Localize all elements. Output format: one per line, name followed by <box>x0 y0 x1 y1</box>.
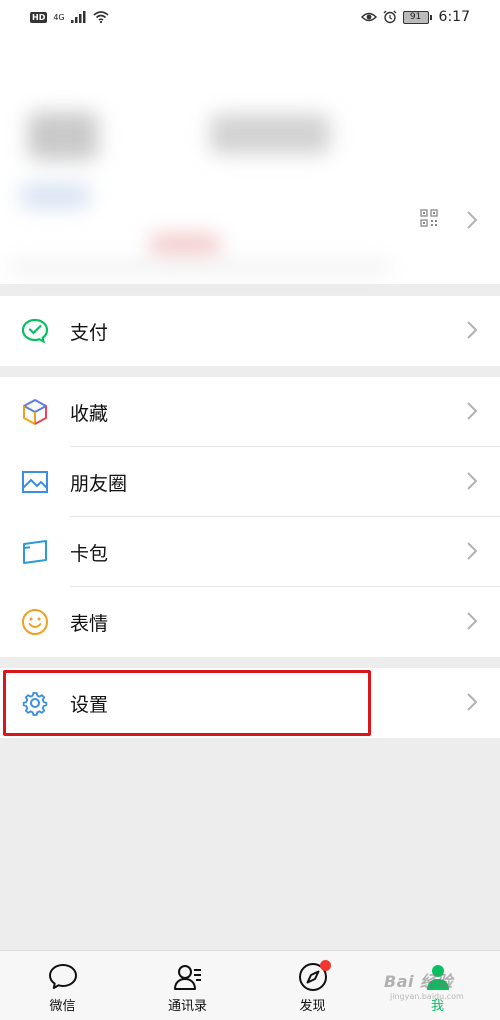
signal-icon <box>70 11 86 23</box>
watermark-text: Bai 经验 <box>384 972 454 991</box>
settings-section: 设置 <box>0 668 500 738</box>
chevron-right-icon <box>467 472 478 490</box>
chevron-right-icon <box>467 321 478 339</box>
blurred-status <box>150 234 220 256</box>
card-wallet-icon <box>23 540 47 564</box>
tab-label-contacts: 通讯录 <box>167 999 207 1014</box>
menu-item-favorites[interactable]: 收藏 <box>0 377 500 447</box>
notification-dot <box>320 960 331 971</box>
menu-item-stickers[interactable]: 表情 <box>0 587 500 657</box>
menu-label-settings: 设置 <box>70 693 109 716</box>
chevron-right-icon <box>467 542 478 560</box>
menu-label-moments: 朋友圈 <box>70 472 128 495</box>
chevron-right-icon <box>467 211 478 229</box>
pay-icon <box>21 318 49 344</box>
blurred-strip <box>10 262 390 272</box>
tab-label-discover: 发现 <box>299 999 326 1014</box>
status-bar-left: HD 4G <box>30 11 109 23</box>
chat-bubble-icon <box>48 964 77 989</box>
qr-code-icon[interactable] <box>420 209 438 227</box>
wifi-icon <box>93 11 109 23</box>
menu-item-pay[interactable]: 支付 <box>0 296 500 366</box>
gear-icon <box>22 692 48 716</box>
eye-icon <box>360 12 377 22</box>
blurred-avatar <box>28 112 98 160</box>
menu-item-moments[interactable]: 朋友圈 <box>0 447 500 517</box>
alarm-icon <box>383 10 397 24</box>
contacts-icon <box>173 965 201 990</box>
menu-label-pay: 支付 <box>70 321 109 344</box>
status-bar: HD 4G 91 6:17 <box>0 0 500 34</box>
menu-label-cards: 卡包 <box>70 542 109 565</box>
smiley-icon <box>22 609 48 635</box>
tab-label-chats: 微信 <box>49 999 76 1014</box>
menu-label-stickers: 表情 <box>70 612 109 635</box>
pay-section: 支付 <box>0 296 500 366</box>
profile-header[interactable] <box>0 34 500 284</box>
menu-item-cards[interactable]: 卡包 <box>0 517 500 587</box>
chevron-right-icon <box>467 402 478 420</box>
tools-section: 收藏 朋友圈 卡包 表情 <box>0 377 500 657</box>
menu-item-settings[interactable]: 设置 <box>0 668 500 738</box>
network-type: 4G <box>53 12 65 22</box>
moments-image-icon <box>22 471 48 493</box>
chevron-right-icon <box>467 612 478 630</box>
status-bar-right: 91 6:17 <box>360 9 470 25</box>
blurred-account-id <box>20 184 90 208</box>
clock-time: 6:17 <box>438 9 470 25</box>
hd-badge: HD <box>30 11 48 23</box>
battery-indicator: 91 <box>402 10 432 24</box>
favorites-cube-icon <box>23 399 47 425</box>
menu-label-favorites: 收藏 <box>70 402 109 425</box>
blurred-nickname <box>210 114 330 154</box>
chevron-right-icon <box>467 693 478 711</box>
watermark-subtext: jingyan.baidu.com <box>390 992 464 1001</box>
tab-chats[interactable]: 微信 <box>0 951 125 1020</box>
tab-contacts[interactable]: 通讯录 <box>125 951 250 1020</box>
tab-discover[interactable]: 发现 <box>250 951 375 1020</box>
